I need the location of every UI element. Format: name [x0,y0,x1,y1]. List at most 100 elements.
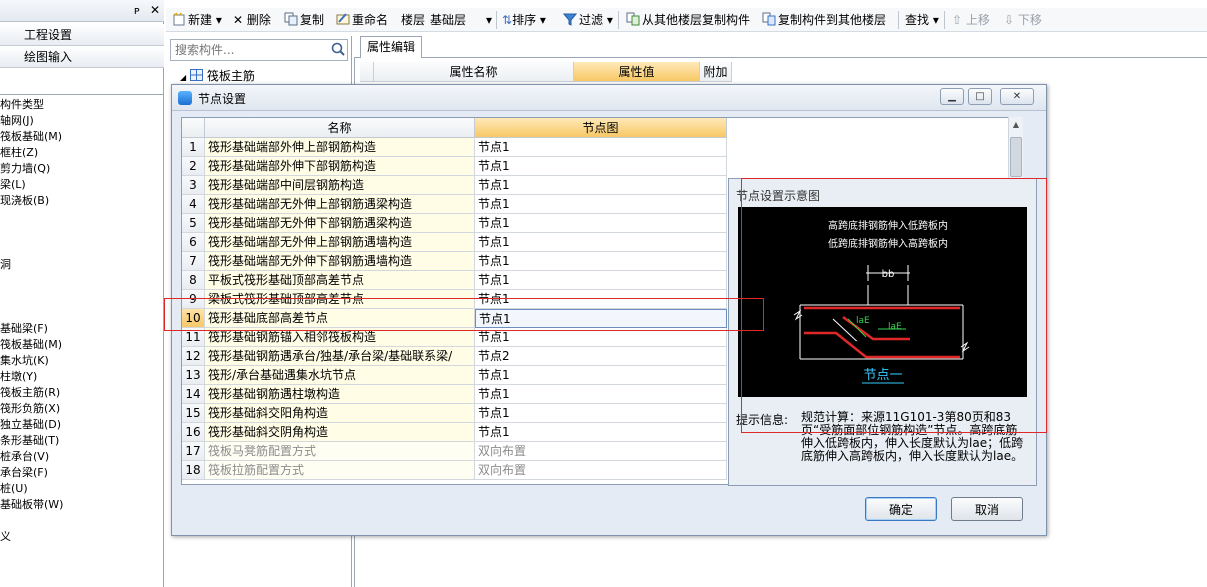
nav-button-drawing-input[interactable]: 绘图输入 [0,46,164,68]
move-up-button[interactable]: ⇧ 上移 [952,11,990,29]
row-node-value[interactable]: 节点1 [475,157,727,176]
delete-button[interactable]: ✕ 删除 [233,11,271,29]
table-row[interactable]: 13 筏形/承台基础遇集水坑节点 节点1 [182,366,727,385]
maximize-button[interactable]: □ [968,88,992,105]
column-header-extra[interactable]: 附加 [700,62,732,82]
tree-item[interactable]: 义 [0,529,11,545]
table-row[interactable]: 11 筏形基础钢筋锚入相邻筏板构造 节点1 [182,328,727,347]
table-row[interactable]: 15 筏形基础斜交阳角构造 节点1 [182,404,727,423]
column-header-property-name[interactable]: 属性名称 [374,62,574,82]
table-row[interactable]: 9 梁板式筏形基础顶部高差节点 节点1 [182,290,727,309]
table-row[interactable]: 4 筏形基础端部无外伸上部钢筋遇梁构造 节点1 [182,195,727,214]
tree-item[interactable]: 集水坑(K) [0,353,49,369]
tree-item[interactable]: 基础板带(W) [0,497,63,513]
row-name: 筏板拉筋配置方式 [205,461,475,480]
tree-item[interactable]: 轴网(J) [0,113,34,129]
tree-item[interactable]: 筏板基础(M) [0,129,62,145]
tree-item[interactable]: 独立基础(D) [0,417,61,433]
new-button[interactable]: 新建 ▾ [172,11,222,29]
nav-button-project-settings[interactable]: 工程设置 [0,24,164,46]
tree-item[interactable]: 筏板基础(M) [0,337,62,353]
row-node-value[interactable]: 双向布置 [475,461,727,480]
table-row[interactable]: 8 平板式筏形基础顶部高差节点 节点1 [182,271,727,290]
tree-item[interactable]: 筏形负筋(X) [0,401,60,417]
row-node-value[interactable]: 节点1 [475,271,727,290]
close-button[interactable]: ✕ [1000,88,1034,105]
move-down-button[interactable]: ⇩ 下移 [1004,11,1042,29]
row-node-value[interactable]: 节点2 [475,347,727,366]
row-node-value[interactable]: 节点1 [475,233,727,252]
column-header-name[interactable]: 名称 [205,118,475,138]
search-input[interactable] [173,42,323,58]
toolbar-divider [898,11,899,29]
row-name: 筏形基础钢筋遇柱墩构造 [205,385,475,404]
table-row[interactable]: 7 筏形基础端部无外伸下部钢筋遇墙构造 节点1 [182,252,727,271]
collapse-icon[interactable]: ◢ [180,73,186,82]
node-diagram-drawing: 高跨底排钢筋伸入低跨板内 低跨底排钢筋伸入高跨板内 bb laE laE 节点一 [793,219,970,384]
tree-item[interactable]: 构件类型 [0,97,44,113]
find-button[interactable]: 查找 ▾ [905,11,939,29]
table-row[interactable]: 16 筏形基础斜交阴角构造 节点1 [182,423,727,442]
tree-item[interactable]: 筏板主筋(R) [0,385,60,401]
row-node-value[interactable]: 节点1 [475,404,727,423]
row-node-value[interactable]: 节点1 [475,290,727,309]
row-node-value[interactable]: 节点1 [475,366,727,385]
tree-item[interactable]: 框柱(Z) [0,145,38,161]
table-row[interactable]: 17 筏板马凳筋配置方式 双向布置 [182,442,727,461]
minimize-button[interactable]: ▁ [940,88,964,105]
table-row[interactable]: 5 筏形基础端部无外伸下部钢筋遇梁构造 节点1 [182,214,727,233]
tree-item[interactable]: 柱墩(Y) [0,369,37,385]
row-node-value[interactable]: 节点1 [475,423,727,442]
table-row[interactable]: 6 筏形基础端部无外伸上部钢筋遇墙构造 节点1 [182,233,727,252]
tree-item[interactable]: 现浇板(B) [0,193,49,209]
row-name: 筏形基础斜交阴角构造 [205,423,475,442]
row-name: 筏板马凳筋配置方式 [205,442,475,461]
tree-item[interactable]: 桩承台(V) [0,449,49,465]
filter-button[interactable]: 过滤 ▾ [563,11,613,29]
scroll-up-icon[interactable]: ▲ [1009,117,1023,132]
table-row-selected[interactable]: 10 筏形基础底部高差节点 节点1 [182,309,727,328]
table-row[interactable]: 12 筏形基础钢筋遇承台/独基/承台梁/基础联系梁/节点2 [182,347,727,366]
table-row[interactable]: 14 筏形基础钢筋遇柱墩构造 节点1 [182,385,727,404]
tab-property-edit[interactable]: 属性编辑 [360,36,422,58]
pin-icon[interactable]: ᴘ [134,4,140,17]
tree-item[interactable]: 条形基础(T) [0,433,59,449]
row-node-value[interactable]: 节点1 [475,309,727,328]
tree-item[interactable]: 剪力墙(Q) [0,161,50,177]
close-icon[interactable]: ✕ [150,3,160,17]
node-diagram: 高跨底排钢筋伸入低跨板内 低跨底排钢筋伸入高跨板内 bb laE laE 节点一 [738,207,1027,397]
tree-item[interactable]: 基础梁(F) [0,321,48,337]
sort-button[interactable]: ⇅排序 ▾ [502,11,546,29]
row-node-value[interactable]: 节点1 [475,385,727,404]
search-icon[interactable] [330,41,346,57]
diagram-bb: bb [882,269,895,280]
row-node-value[interactable]: 节点1 [475,214,727,233]
dialog-titlebar[interactable]: 节点设置 ▁ □ ✕ [172,85,1046,111]
ok-button[interactable]: 确定 [865,497,937,521]
row-node-value[interactable]: 节点1 [475,138,727,157]
table-row[interactable]: 3 筏形基础端部中间层钢筋构造 节点1 [182,176,727,195]
tree-item[interactable]: 桩(U) [0,481,28,497]
component-tree-item[interactable]: ◢ 筏板主筋 [180,67,350,83]
tree-item[interactable]: 承台梁(F) [0,465,48,481]
scroll-thumb[interactable] [1010,137,1022,177]
row-node-value[interactable]: 节点1 [475,328,727,347]
row-node-value[interactable]: 双向布置 [475,442,727,461]
rename-button[interactable]: 重命名 [336,11,388,29]
tree-item[interactable]: 洞 [0,257,11,273]
column-header-node[interactable]: 节点图 [475,118,727,138]
table-row[interactable]: 2 筏形基础端部外伸下部钢筋构造 节点1 [182,157,727,176]
table-row[interactable]: 1 筏形基础端部外伸上部钢筋构造 节点1 [182,138,727,157]
cancel-button[interactable]: 取消 [951,497,1023,521]
row-node-value[interactable]: 节点1 [475,195,727,214]
copy-from-floor-button[interactable]: 从其他楼层复制构件 [626,11,750,29]
column-header-property-value[interactable]: 属性值 [574,62,700,82]
row-number: 4 [182,195,205,214]
row-node-value[interactable]: 节点1 [475,252,727,271]
table-row[interactable]: 18 筏板拉筋配置方式 双向布置 [182,461,727,480]
copy-button[interactable]: 复制 [284,11,324,29]
tree-item[interactable]: 梁(L) [0,177,26,193]
copy-to-floor-button[interactable]: 复制构件到其他楼层 [762,11,886,29]
floor-select[interactable]: 基础层 ▾ [430,11,492,29]
row-node-value[interactable]: 节点1 [475,176,727,195]
